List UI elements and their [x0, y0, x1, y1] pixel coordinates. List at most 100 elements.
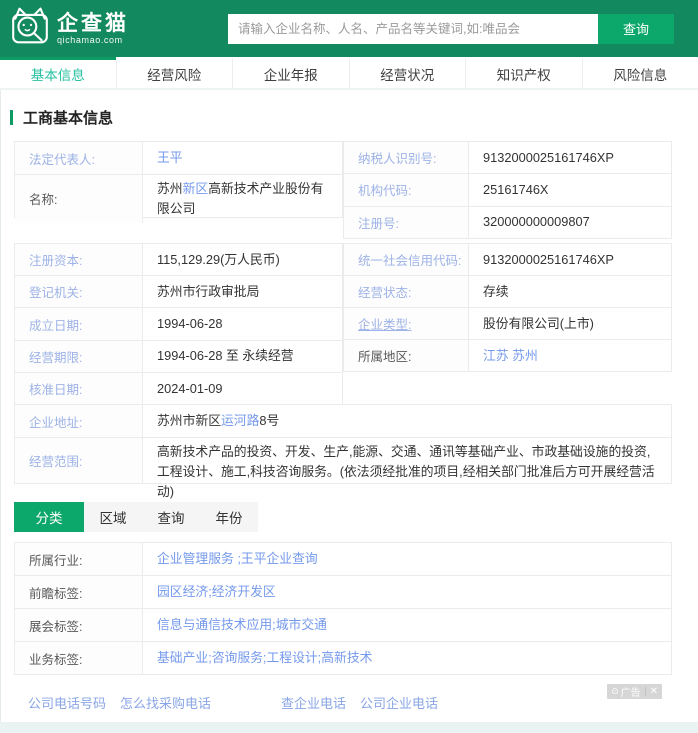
field-label: 展会标签:	[15, 609, 143, 641]
field-value: 高新技术产品的投资、开发、生产,能源、交通、通讯等基础产业、市政基础设施的投资,…	[143, 438, 671, 483]
field-label: 统一社会信用代码:	[344, 244, 469, 275]
main-content: 工商基本信息 法定代表人: 王平 名称: 苏州新区高新技术产业股份有限公司	[0, 90, 698, 712]
region-row: 所属地区: 江苏 苏州	[344, 339, 671, 371]
business-scope-row: 经营范围: 高新技术产品的投资、开发、生产,能源、交通、通讯等基础产业、市政基础…	[15, 437, 671, 483]
address-row: 企业地址: 苏州市新区运河路8号	[15, 405, 671, 437]
logo[interactable]: 企查猫 qichamao.com	[9, 5, 129, 52]
address-road-link[interactable]: 运河路	[221, 413, 259, 428]
company-name-row: 名称: 苏州新区高新技术产业股份有限公司	[15, 174, 342, 223]
industry-row: 所属行业: 企业管理服务 ;王平企业查询	[15, 543, 671, 575]
section-title: 工商基本信息	[10, 107, 672, 128]
field-value: 9132000025161746XP	[469, 244, 671, 275]
taxpayer-id-row: 纳税人识别号: 9132000025161746XP	[344, 142, 671, 173]
logo-text: 企查猫 qichamao.com	[57, 12, 129, 45]
company-name-keyword-link[interactable]: 新区	[183, 181, 209, 196]
tab-risk-info[interactable]: 风险信息	[582, 57, 698, 88]
subtab-query[interactable]: 查询	[142, 502, 200, 532]
field-value: 1994-06-28 至 永续经营	[143, 341, 342, 372]
ad-badge: ⊙ 广告 ✕	[607, 684, 662, 699]
field-label: 经营期限:	[15, 341, 143, 372]
page: 企查猫 qichamao.com 查询 基本信息 经营风险 企业年报 经营状况 …	[0, 0, 698, 733]
company-info-table-full: 企业地址: 苏州市新区运河路8号 经营范围: 高新技术产品的投资、开发、生产,能…	[14, 404, 672, 484]
field-value: 115,129.29(万人民币)	[143, 244, 342, 275]
reg-number-row: 注册号: 320000000009807	[344, 206, 671, 238]
field-label: 法定代表人:	[15, 142, 143, 174]
field-value: 企业管理服务 ;王平企业查询	[143, 543, 671, 575]
title-accent-bar	[10, 110, 13, 125]
table-right-half: 纳税人识别号: 9132000025161746XP 机构代码: 2516174…	[343, 141, 672, 404]
business-status-row: 经营状态: 存续	[344, 275, 671, 307]
field-label: 登记机关:	[15, 276, 143, 307]
field-label: 成立日期:	[15, 308, 143, 339]
field-value: 王平	[143, 142, 342, 174]
approval-date-row: 核准日期: 2024-01-09	[15, 372, 342, 404]
field-value: 基础产业;咨询服务;工程设计;高新技术	[143, 642, 671, 674]
field-label: 所属地区:	[344, 340, 469, 371]
subtab-region[interactable]: 区域	[84, 502, 142, 532]
field-value: 存续	[469, 276, 671, 307]
field-value: 25161746X	[469, 174, 671, 205]
top-header: 企查猫 qichamao.com 查询	[0, 0, 698, 57]
section-title-text: 工商基本信息	[23, 107, 113, 128]
exhibition-tag-links[interactable]: 信息与通信技术应用;城市交通	[157, 615, 327, 635]
field-label: 经营状态:	[344, 276, 469, 307]
legal-representative-row: 法定代表人: 王平	[15, 142, 342, 174]
field-value: 苏州市新区运河路8号	[143, 405, 671, 437]
field-value: 1994-06-28	[143, 308, 342, 339]
region-link[interactable]: 江苏 苏州	[483, 346, 538, 366]
tab-operating-status[interactable]: 经营状况	[349, 57, 466, 88]
company-enterprise-phone-link[interactable]: 公司企业电话	[360, 693, 438, 712]
search-input[interactable]	[228, 14, 598, 44]
field-label: 企业地址:	[15, 405, 143, 437]
subtab-category[interactable]: 分类	[14, 502, 84, 532]
org-code-row: 机构代码: 25161746X	[344, 173, 671, 205]
field-value: 信息与通信技术应用;城市交通	[143, 609, 671, 641]
field-label: 注册号:	[344, 207, 469, 238]
company-phone-number-link[interactable]: 公司电话号码	[28, 693, 106, 712]
check-company-phone-link[interactable]: 查企业电话	[281, 693, 346, 712]
legal-representative-link[interactable]: 王平	[157, 148, 183, 168]
tab-intellectual-property[interactable]: 知识产权	[465, 57, 582, 88]
establishment-date-row: 成立日期: 1994-06-28	[15, 307, 342, 339]
tags-table: 所属行业: 企业管理服务 ;王平企业查询 前瞻标签: 园区经济;经济开发区 展会…	[14, 542, 672, 675]
field-value: 320000000009807	[469, 207, 671, 238]
field-label: 前瞻标签:	[15, 576, 143, 608]
exhibition-tags-row: 展会标签: 信息与通信技术应用;城市交通	[15, 608, 671, 641]
search-button[interactable]: 查询	[598, 14, 674, 44]
field-label: 注册资本:	[15, 244, 143, 275]
company-info-table: 法定代表人: 王平 名称: 苏州新区高新技术产业股份有限公司 注册资本: 115…	[14, 141, 672, 404]
registered-capital-row: 注册资本: 115,129.29(万人民币)	[15, 244, 342, 275]
search-bar: 查询	[228, 14, 674, 44]
field-value: 园区经济;经济开发区	[143, 576, 671, 608]
field-value: 苏州市行政审批局	[143, 276, 342, 307]
registration-authority-row: 登记机关: 苏州市行政审批局	[15, 275, 342, 307]
ad-divider	[645, 687, 646, 696]
business-tag-links[interactable]: 基础产业;咨询服务;工程设计;高新技术	[157, 648, 372, 668]
company-type-row: 企业类型: 股份有限公司(上市)	[344, 307, 671, 339]
ad-label: 广告	[621, 684, 641, 699]
tab-business-risk[interactable]: 经营风险	[116, 57, 233, 88]
procurement-phone-link[interactable]: 怎么找采购电话	[120, 693, 211, 712]
tab-annual-report[interactable]: 企业年报	[232, 57, 349, 88]
footer-links: 公司电话号码 怎么找采购电话 查企业电话 公司企业电话	[14, 693, 672, 712]
field-value: 江苏 苏州	[469, 340, 671, 371]
field-label: 经营范围:	[15, 438, 143, 483]
industry-links[interactable]: 企业管理服务 ;王平企业查询	[157, 549, 318, 569]
ad-close-icon[interactable]: ✕	[650, 686, 658, 697]
foresight-tag-links[interactable]: 园区经济;经济开发区	[157, 582, 276, 602]
field-value: 股份有限公司(上市)	[469, 308, 671, 339]
field-label: 企业类型:	[344, 308, 469, 339]
table-left-half: 法定代表人: 王平 名称: 苏州新区高新技术产业股份有限公司 注册资本: 115…	[14, 141, 343, 404]
tag-filter-tabs: 分类 区域 查询 年份	[14, 502, 258, 532]
field-value: 2024-01-09	[143, 373, 342, 404]
field-value: 苏州新区高新技术产业股份有限公司	[143, 175, 342, 223]
field-label: 名称:	[15, 175, 143, 223]
field-label: 机构代码:	[344, 174, 469, 205]
business-tags-row: 业务标签: 基础产业;咨询服务;工程设计;高新技术	[15, 641, 671, 674]
field-label: 所属行业:	[15, 543, 143, 575]
foresight-tags-row: 前瞻标签: 园区经济;经济开发区	[15, 575, 671, 608]
business-term-row: 经营期限: 1994-06-28 至 永续经营	[15, 340, 342, 372]
credit-code-row: 统一社会信用代码: 9132000025161746XP	[344, 244, 671, 275]
tab-basic-info[interactable]: 基本信息	[0, 57, 116, 88]
subtab-year[interactable]: 年份	[200, 502, 258, 532]
